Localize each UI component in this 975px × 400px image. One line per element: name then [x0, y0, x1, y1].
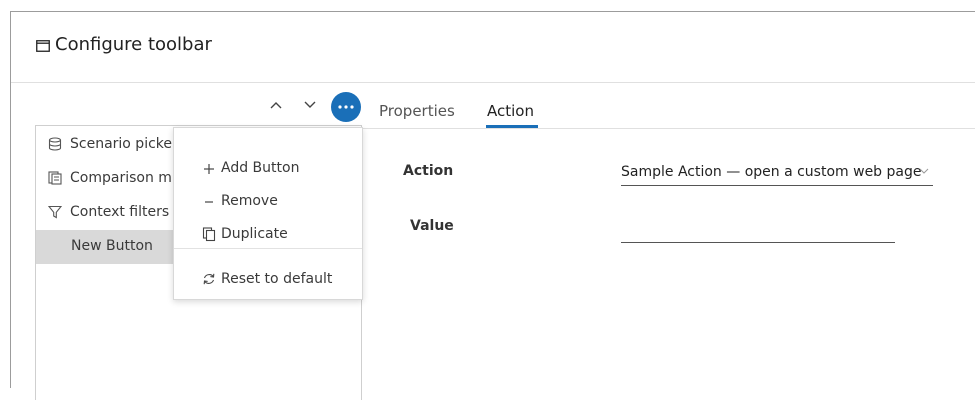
menu-item-add-button[interactable]: Add Button	[174, 154, 362, 184]
filter-icon	[48, 205, 62, 219]
configure-toolbar-panel: Configure toolbar Scenario picke Compari…	[10, 11, 975, 400]
menu-item-label: Reset to default	[221, 271, 333, 287]
move-up-button[interactable]	[267, 92, 285, 118]
menu-item-label: Duplicate	[221, 226, 288, 242]
tree-item-label: New Button	[71, 238, 153, 254]
page-title: Configure toolbar	[55, 34, 212, 55]
more-horizontal-icon	[338, 105, 354, 109]
database-icon	[48, 137, 62, 151]
menu-item-remove[interactable]: Remove	[174, 187, 362, 217]
tabs-divider	[363, 128, 975, 129]
move-down-button[interactable]	[301, 92, 319, 118]
chevron-down-icon	[919, 168, 929, 174]
minus-icon	[205, 201, 213, 203]
action-select[interactable]: Sample Action — open a custom web page	[621, 160, 933, 186]
menu-item-label: Add Button	[221, 160, 300, 176]
refresh-icon	[203, 273, 215, 285]
window-icon	[36, 40, 50, 52]
chevron-down-icon	[304, 101, 316, 108]
menu-item-duplicate[interactable]: Duplicate	[174, 220, 362, 250]
copy-stack-icon	[48, 171, 62, 185]
more-options-button[interactable]	[331, 92, 361, 122]
panel-header: Configure toolbar	[11, 12, 975, 83]
duplicate-icon	[202, 227, 216, 242]
menu-item-reset-to-default[interactable]: Reset to default	[174, 265, 362, 295]
action-selected-value: Sample Action — open a custom web page	[621, 164, 922, 180]
chevron-up-icon	[270, 102, 282, 109]
tree-item-label: Comparison m	[70, 170, 172, 186]
tab-action[interactable]: Action	[487, 102, 534, 120]
value-label: Value	[410, 218, 454, 234]
menu-divider	[174, 248, 362, 249]
active-tab-indicator	[486, 125, 538, 128]
tree-item-label: Scenario picke	[70, 136, 173, 152]
value-input[interactable]	[621, 218, 895, 243]
more-options-menu: Add Button Remove Duplicate Reset to def…	[173, 127, 363, 300]
plus-icon	[204, 164, 214, 174]
action-label: Action	[403, 163, 454, 179]
tab-properties[interactable]: Properties	[379, 102, 455, 120]
menu-item-label: Remove	[221, 193, 278, 209]
tree-item-label: Context filters	[70, 204, 170, 220]
